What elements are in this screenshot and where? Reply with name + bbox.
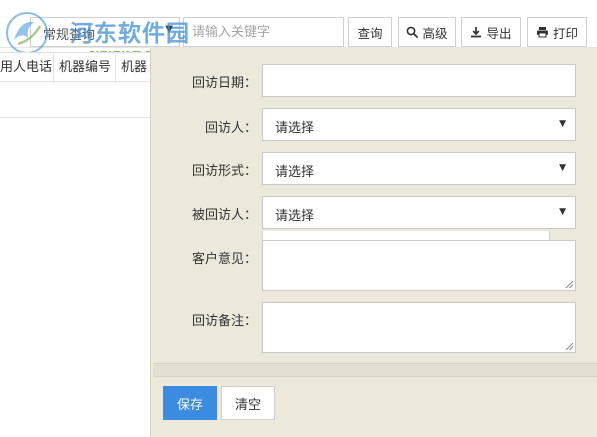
column-header[interactable]: 机器 xyxy=(116,53,150,83)
query-button[interactable]: 查询 xyxy=(348,17,392,47)
remark-label: 回访备注： xyxy=(191,314,257,329)
resize-grip-icon[interactable] xyxy=(565,280,573,288)
download-icon xyxy=(471,27,482,38)
advanced-button-label: 高级 xyxy=(422,25,448,41)
chevron-down-icon: ▼ xyxy=(559,119,566,129)
customer-opinion-label: 客户意见： xyxy=(191,252,257,267)
visit-date-label: 回访日期： xyxy=(191,76,257,91)
table-header: 用人电话 机器编号 机器 xyxy=(0,52,150,83)
print-icon xyxy=(536,27,548,38)
visitor-select-value: 请选择 xyxy=(275,121,315,136)
search-icon xyxy=(407,26,419,38)
advanced-button[interactable]: 高级 xyxy=(398,17,456,47)
print-button-label: 打印 xyxy=(552,25,578,41)
table-row xyxy=(0,82,150,118)
clear-button[interactable]: 清空 xyxy=(221,386,275,420)
chevron-down-icon: ▼ xyxy=(559,163,566,173)
form-divider xyxy=(153,363,597,377)
visit-method-label: 回访形式： xyxy=(191,164,257,179)
keyword-search-input[interactable] xyxy=(183,17,344,47)
visitor-label: 回访人： xyxy=(204,121,257,136)
customer-opinion-textarea[interactable] xyxy=(262,240,576,291)
visit-method-select-value: 请选择 xyxy=(275,165,315,180)
visit-form-panel: 回访日期： 回访人： 请选择 ▼ 回访形式： 请选择 ▼ 被回访人： 请选择 ▼… xyxy=(150,48,597,437)
query-button-label: 查询 xyxy=(357,25,383,41)
remark-textarea[interactable] xyxy=(262,302,576,353)
visit-method-select[interactable]: 请选择 ▼ xyxy=(262,152,576,185)
visit-date-field[interactable] xyxy=(262,64,576,97)
chevron-down-icon: ▼ xyxy=(559,207,566,217)
watermark-logo xyxy=(6,12,48,54)
visited-person-select[interactable]: 请选择 ▼ xyxy=(262,196,576,229)
column-header[interactable]: 机器编号 xyxy=(54,53,116,83)
visited-person-label: 被回访人： xyxy=(191,208,257,223)
clear-button-label: 清空 xyxy=(234,397,261,413)
print-button[interactable]: 打印 xyxy=(527,17,587,47)
visitor-select[interactable]: 请选择 ▼ xyxy=(262,108,576,141)
save-button[interactable]: 保存 xyxy=(163,386,217,420)
export-button[interactable]: 导出 xyxy=(461,17,521,47)
watermark-title: 河东软件园 xyxy=(70,20,190,47)
visited-person-select-value: 请选择 xyxy=(275,209,315,224)
save-button-label: 保存 xyxy=(176,397,203,413)
resize-grip-icon[interactable] xyxy=(565,342,573,350)
export-button-label: 导出 xyxy=(486,25,512,41)
column-header[interactable]: 用人电话 xyxy=(0,53,54,83)
